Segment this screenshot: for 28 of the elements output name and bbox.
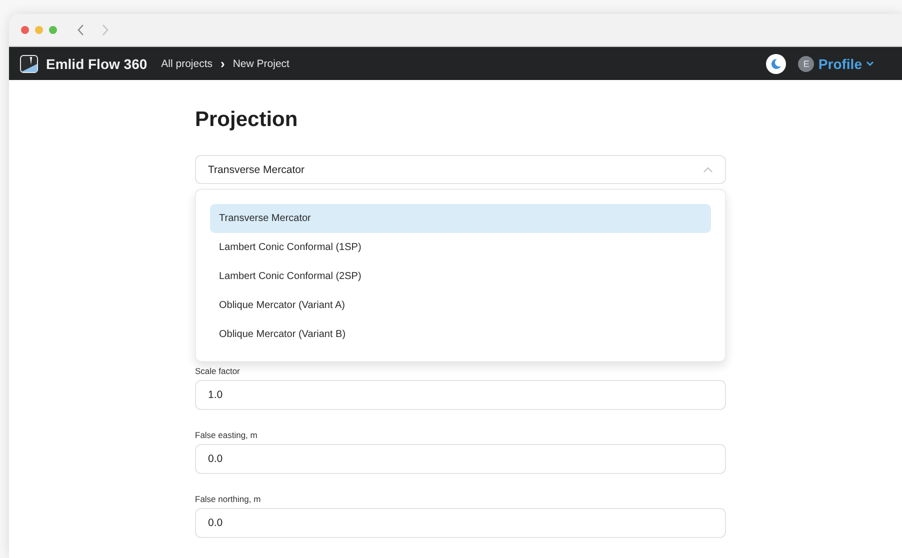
back-icon[interactable] bbox=[77, 24, 85, 36]
logo-icon[interactable] bbox=[20, 54, 38, 72]
field-label: False northing, m bbox=[195, 494, 262, 504]
moon-icon bbox=[770, 58, 782, 70]
forward-icon[interactable] bbox=[101, 24, 109, 36]
page-heading: Projection bbox=[195, 108, 299, 132]
close-window-icon[interactable] bbox=[21, 26, 29, 34]
chevron-up-icon bbox=[703, 166, 713, 172]
dropdown-option[interactable]: Transverse Mercator bbox=[210, 204, 711, 233]
dropdown-option[interactable]: Oblique Mercator (Variant A) bbox=[210, 291, 711, 320]
profile-menu-button[interactable]: Profile bbox=[818, 56, 874, 72]
input-field[interactable]: 0.0 bbox=[195, 508, 726, 538]
minimize-window-icon[interactable] bbox=[35, 26, 43, 34]
field-label: Scale factor bbox=[195, 366, 241, 376]
dropdown-option[interactable]: Lambert Conic Conformal (2SP) bbox=[210, 262, 711, 291]
dropdown-option[interactable]: Oblique Mercator (Variant B) bbox=[210, 320, 711, 349]
theme-toggle-button[interactable] bbox=[766, 54, 786, 74]
breadcrumb-current: New Project bbox=[232, 58, 290, 70]
chevron-down-icon bbox=[866, 60, 874, 66]
dropdown-option[interactable]: Lambert Conic Conformal (1SP) bbox=[210, 233, 711, 262]
breadcrumb-separator: › bbox=[220, 56, 225, 71]
app-name: Emlid Flow 360 bbox=[46, 56, 148, 72]
maximize-window-icon[interactable] bbox=[49, 26, 57, 34]
breadcrumb-link[interactable]: All projects bbox=[161, 58, 212, 70]
projection-select[interactable]: Transverse Mercator bbox=[195, 155, 726, 184]
input-field[interactable]: 1.0 bbox=[195, 380, 726, 410]
input-field[interactable]: 0.0 bbox=[195, 444, 726, 474]
field-label: False easting, m bbox=[195, 430, 258, 440]
